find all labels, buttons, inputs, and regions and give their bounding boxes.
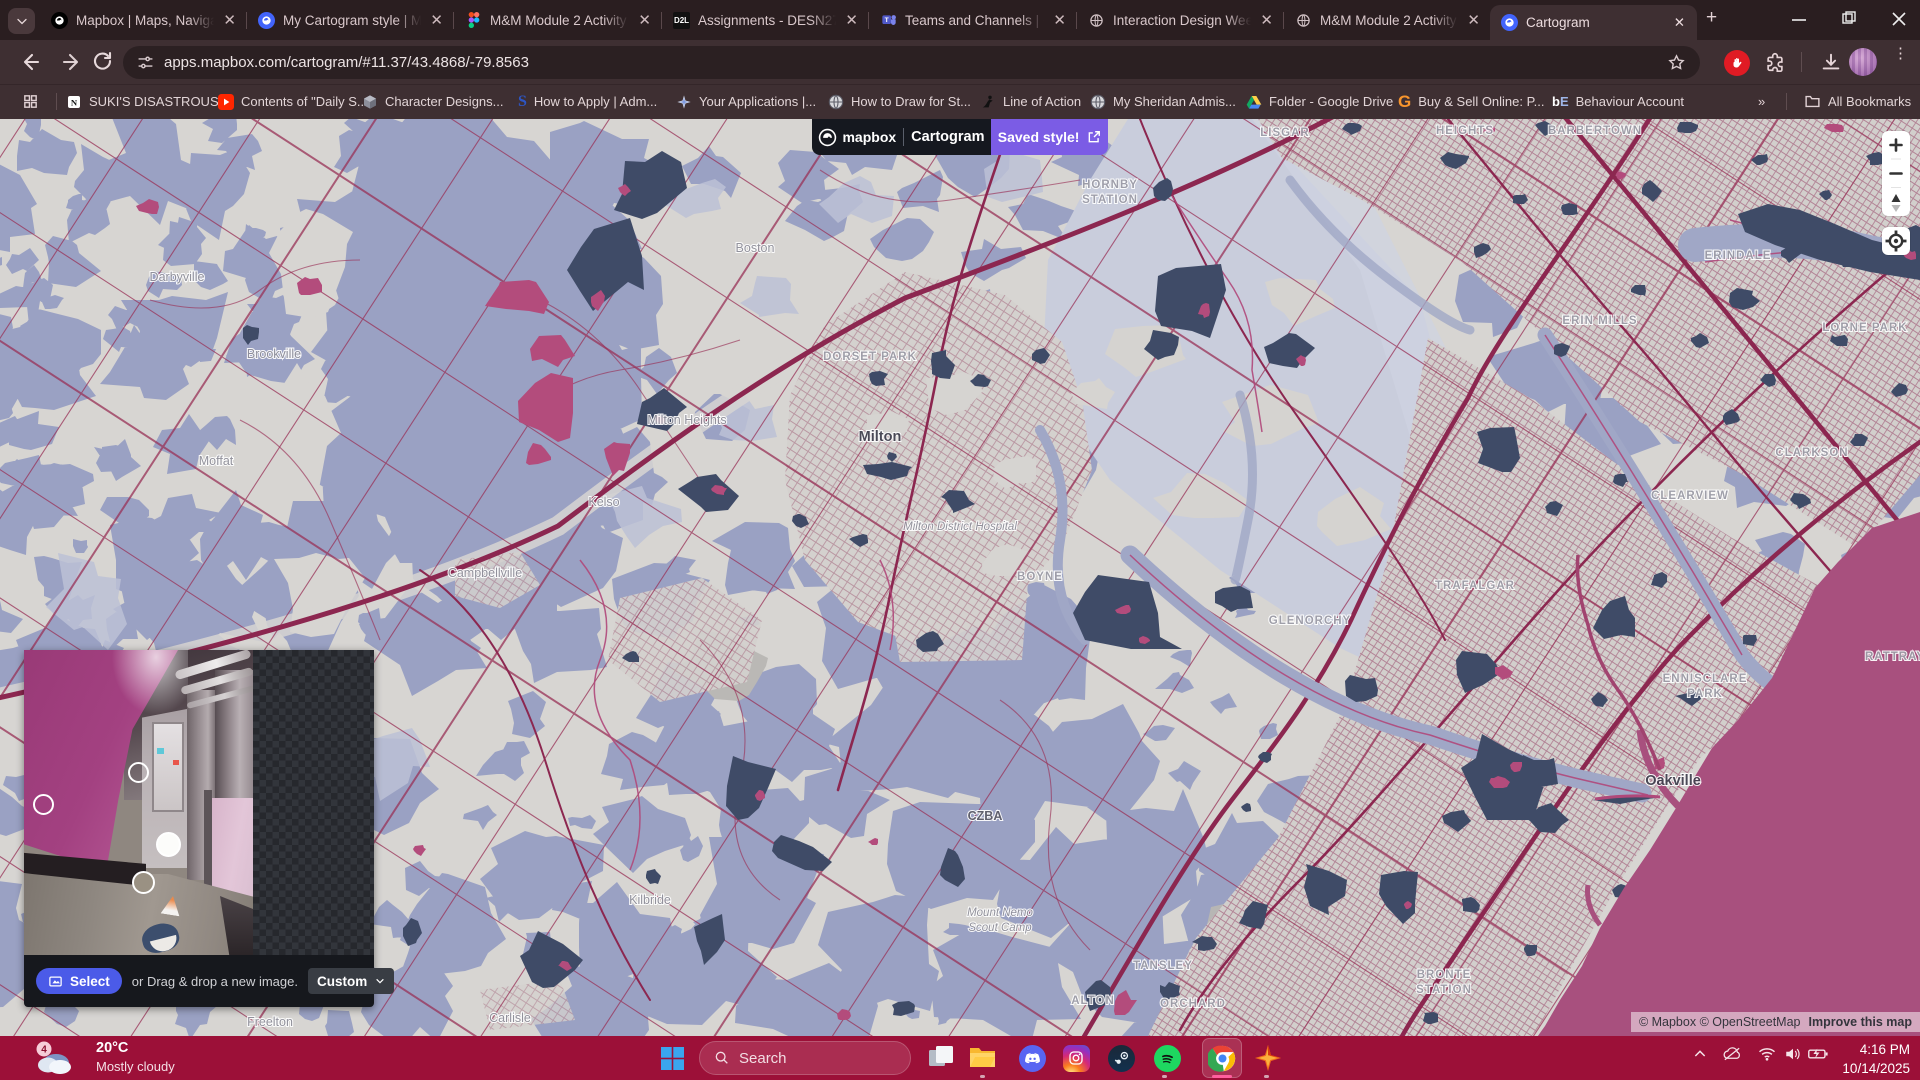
svg-text:Oakville: Oakville [1645,773,1701,789]
svg-text:TRAFALGAR: TRAFALGAR [1435,580,1515,592]
svg-text:ORCHARD: ORCHARD [1160,998,1226,1010]
svg-text:CZBA: CZBA [968,809,1003,823]
svg-text:GLENORCHY: GLENORCHY [1269,615,1351,627]
svg-text:Mount Nemo: Mount Nemo [967,907,1033,919]
svg-text:Milton Heights: Milton Heights [647,413,726,427]
svg-text:4: 4 [41,1045,47,1056]
svg-text:ERIN MILLS: ERIN MILLS [1562,315,1637,327]
svg-text:Campbellville: Campbellville [448,566,522,580]
svg-text:Moffat: Moffat [199,454,234,468]
svg-text:HORNBY: HORNBY [1082,179,1138,191]
svg-text:N: N [71,97,78,107]
svg-text:STATION: STATION [1082,194,1138,206]
svg-text:Kilbride: Kilbride [629,893,671,907]
svg-text:STATION: STATION [1416,984,1472,996]
svg-text:BOYNE: BOYNE [1017,571,1063,583]
svg-text:ENNISCLARE: ENNISCLARE [1663,673,1748,685]
svg-text:BARBERTOWN: BARBERTOWN [1548,125,1642,137]
svg-text:Boston: Boston [736,241,775,255]
svg-text:TANSLEY: TANSLEY [1133,960,1193,972]
svg-text:Milton: Milton [859,429,902,445]
svg-text:CLARKSON: CLARKSON [1775,447,1848,459]
svg-text:HEIGHTS: HEIGHTS [1436,125,1494,137]
svg-text:BRONTE: BRONTE [1417,969,1472,981]
svg-text:Brookville: Brookville [247,347,301,361]
svg-text:LISGAR: LISGAR [1260,127,1309,139]
svg-text:PARK: PARK [1687,688,1723,700]
svg-text:Milton District Hospital: Milton District Hospital [903,521,1017,533]
svg-text:Carlisle: Carlisle [489,1011,531,1025]
svg-text:T: T [884,17,888,24]
svg-text:CLEARVIEW: CLEARVIEW [1651,490,1729,502]
svg-text:LORNE PARK: LORNE PARK [1822,322,1907,334]
svg-text:ERINDALE: ERINDALE [1705,250,1772,262]
svg-text:DORSET PARK: DORSET PARK [823,351,917,363]
svg-text:Freelton: Freelton [247,1015,293,1029]
svg-text:Scout Camp: Scout Camp [968,922,1032,934]
svg-text:RATTRAY: RATTRAY [1865,651,1920,663]
svg-text:Darbyville: Darbyville [150,270,205,284]
svg-text:Kelso: Kelso [588,495,619,509]
svg-text:ALTON: ALTON [1071,995,1115,1007]
